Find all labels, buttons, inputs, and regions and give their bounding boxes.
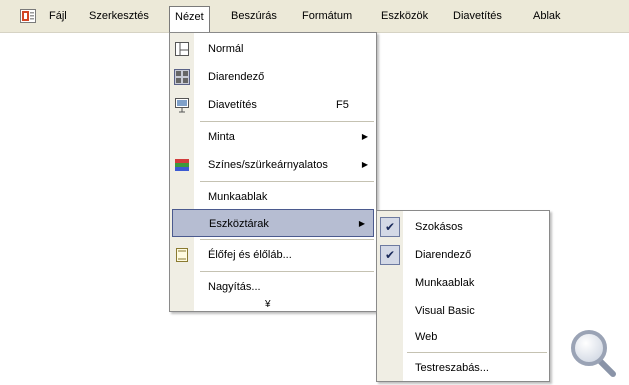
expand-menu-chevron-icon[interactable]: ¥ xyxy=(265,299,271,311)
menu-edit[interactable]: Szerkesztés xyxy=(84,6,154,26)
view-menu-dropdown: Normál Diarendező Diavetítés F5 Minta ▶ xyxy=(169,32,377,312)
submenu-arrow-icon: ▶ xyxy=(361,132,368,141)
menu-item-label: Nagyítás... xyxy=(208,281,261,293)
menu-item-label: Diavetítés xyxy=(208,99,257,111)
submenu-item-label: Munkaablak xyxy=(415,277,475,289)
menu-item-label: Eszköztárak xyxy=(209,218,269,230)
menu-item-slideshow[interactable]: Diavetítés F5 xyxy=(170,91,376,119)
menu-item-label: Normál xyxy=(208,43,244,55)
submenu-item-label: Visual Basic xyxy=(415,305,475,317)
menu-format[interactable]: Formátum xyxy=(297,6,357,26)
submenu-item-web[interactable]: Web xyxy=(377,323,549,351)
menu-view[interactable]: Nézet xyxy=(169,6,210,33)
normal-view-icon xyxy=(175,42,189,56)
slide-sorter-icon xyxy=(174,69,190,85)
menu-slideshow[interactable]: Diavetítés xyxy=(448,6,507,26)
magnifier-icon[interactable] xyxy=(569,328,617,378)
toolbars-submenu: ✔ Szokásos ✔ Diarendező Munkaablak Visua… xyxy=(376,210,550,382)
color-grayscale-icon xyxy=(175,159,189,171)
menu-file[interactable]: Fájl xyxy=(44,6,72,26)
menu-insert[interactable]: Beszúrás xyxy=(226,6,282,26)
menu-item-label: Élőfej és élőláb... xyxy=(208,249,292,261)
menu-tools[interactable]: Eszközök xyxy=(376,6,433,26)
submenu-item-label: Web xyxy=(415,331,438,343)
menu-item-label: Színes/szürkeárnyalatos xyxy=(208,159,328,171)
menu-window[interactable]: Ablak xyxy=(528,6,566,26)
shortcut-label: F5 xyxy=(336,99,349,111)
menu-separator xyxy=(200,239,374,240)
submenu-item-visual-basic[interactable]: Visual Basic xyxy=(377,297,549,325)
menu-separator xyxy=(200,121,374,122)
submenu-item-label: Diarendező xyxy=(415,249,472,261)
menu-item-task-pane[interactable]: Munkaablak xyxy=(170,183,376,211)
menu-item-master[interactable]: Minta ▶ xyxy=(170,123,376,151)
submenu-item-customize[interactable]: Testreszabás... xyxy=(377,354,549,382)
checkmark-icon: ✔ xyxy=(380,217,400,237)
submenu-item-slide-sorter[interactable]: ✔ Diarendező xyxy=(377,241,549,269)
menu-item-label: Minta xyxy=(208,131,235,143)
menu-separator xyxy=(200,271,374,272)
menu-item-label: Diarendező xyxy=(208,71,265,83)
checkmark-icon: ✔ xyxy=(380,245,400,265)
menu-item-slide-sorter[interactable]: Diarendező xyxy=(170,63,376,91)
submenu-item-label: Testreszabás... xyxy=(415,362,489,374)
menu-separator xyxy=(407,352,547,353)
slide-show-icon xyxy=(175,98,189,113)
submenu-arrow-icon: ▶ xyxy=(361,160,368,169)
menu-item-zoom[interactable]: Nagyítás... xyxy=(170,273,376,301)
menu-bar: Fájl Szerkesztés Nézet Beszúrás Formátum… xyxy=(0,0,629,33)
menu-item-label: Munkaablak xyxy=(208,191,268,203)
submenu-item-standard[interactable]: ✔ Szokásos xyxy=(377,213,549,241)
menu-separator xyxy=(200,181,374,182)
powerpoint-app-icon[interactable] xyxy=(20,9,36,23)
menu-item-normal[interactable]: Normál xyxy=(170,35,376,63)
menu-item-toolbars[interactable]: Eszköztárak ▶ xyxy=(172,209,374,237)
header-footer-icon xyxy=(176,248,188,262)
menu-item-header-footer[interactable]: Élőfej és élőláb... xyxy=(170,241,376,269)
submenu-item-label: Szokásos xyxy=(415,221,463,233)
submenu-item-task-pane[interactable]: Munkaablak xyxy=(377,269,549,297)
menu-item-color-grayscale[interactable]: Színes/szürkeárnyalatos ▶ xyxy=(170,151,376,179)
submenu-arrow-icon: ▶ xyxy=(358,219,365,228)
